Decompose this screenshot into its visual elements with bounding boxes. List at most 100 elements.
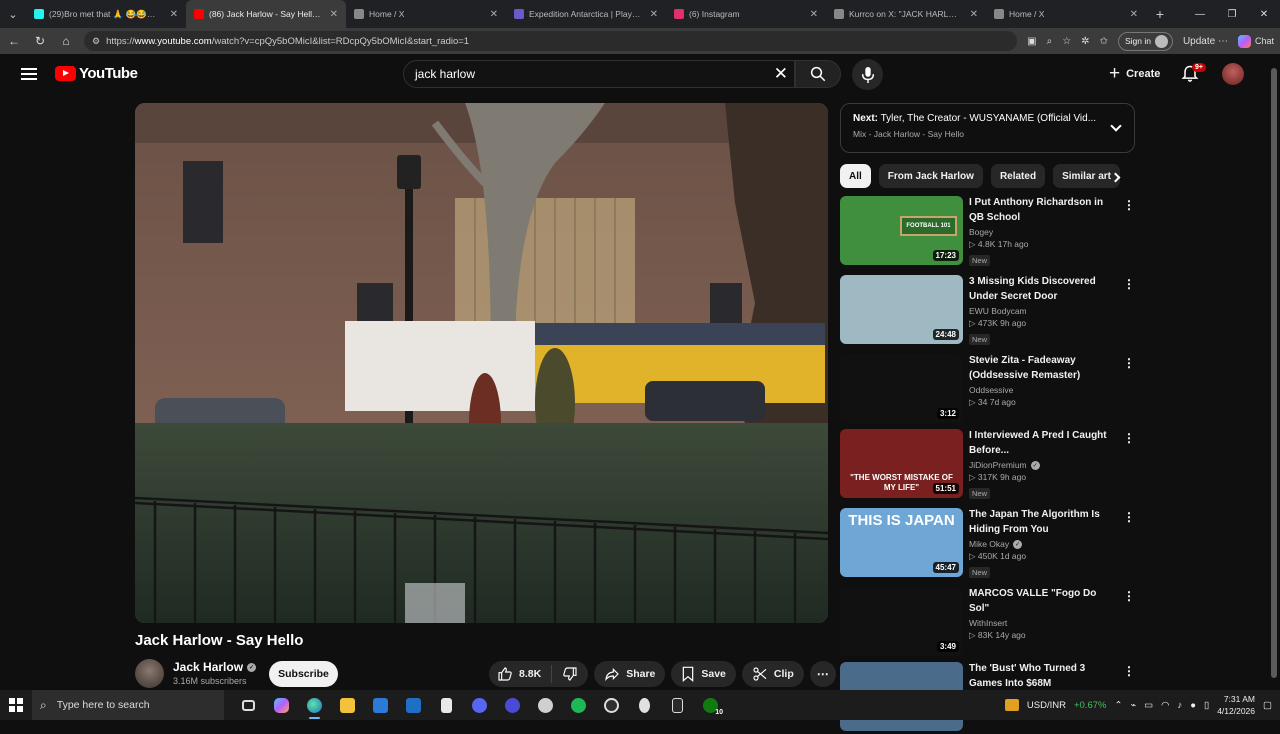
browser-tab[interactable]: (6) Instagram ✕ <box>666 0 826 28</box>
subscribe-button[interactable]: Subscribe <box>269 661 338 687</box>
close-tab-icon[interactable]: ✕ <box>650 9 658 20</box>
stock-widget-icon[interactable] <box>1004 699 1019 711</box>
battery-icon[interactable]: ▭ <box>1144 700 1153 711</box>
favorite-star-icon[interactable]: ☆ <box>1062 36 1071 47</box>
close-tab-icon[interactable]: ✕ <box>1130 9 1138 20</box>
more-vertical-icon[interactable]: ⋮ <box>1123 431 1135 445</box>
filter-chip[interactable]: From Jack Harlow <box>878 164 983 188</box>
recommended-video[interactable]: 3:49 MARCOS VALLE "Fogo Do Sol" WithInsert… <box>840 587 1136 659</box>
copilot-chat-button[interactable]: Chat <box>1237 34 1274 48</box>
close-tab-icon[interactable]: ✕ <box>490 9 498 20</box>
channel-avatar[interactable] <box>135 659 164 688</box>
battery-status-icon[interactable]: ▯ <box>1204 700 1209 711</box>
close-window-icon[interactable]: ✕ <box>1248 0 1280 28</box>
close-tab-icon[interactable]: ✕ <box>970 9 978 20</box>
task-view-icon[interactable] <box>232 690 265 720</box>
page-scrollbar[interactable] <box>1269 54 1280 690</box>
url-field[interactable]: ⚙ https://www.youtube.com/watch?v=cpQy5b… <box>84 31 1018 51</box>
outlook-icon[interactable] <box>397 690 430 720</box>
show-hidden-icons-icon[interactable]: ⌃ <box>1114 700 1122 711</box>
menu-hamburger-icon[interactable] <box>21 68 37 80</box>
recommended-video[interactable]: 3:12 Stevie Zita - Fadeaway (Oddsessive R… <box>840 354 1136 426</box>
stock-ticker[interactable]: USD/INR <box>1027 700 1066 711</box>
filter-chip[interactable]: Related <box>990 164 1046 188</box>
recommended-video[interactable]: 24:48 3 Missing Kids Discovered Under Sec… <box>840 275 1136 347</box>
create-button[interactable]: + Create <box>1099 60 1170 88</box>
favorites-icon[interactable]: ✩ <box>1100 36 1108 47</box>
start-button[interactable] <box>0 690 32 720</box>
zoom-icon[interactable]: ⌕ <box>1047 36 1053 47</box>
taskbar-search-box[interactable]: ⌕ Type here to search <box>32 690 224 720</box>
home-icon[interactable]: ⌂ <box>58 33 74 49</box>
more-vertical-icon[interactable]: ⋮ <box>1123 198 1135 212</box>
site-info-icon[interactable]: ⚙ <box>92 36 100 47</box>
app-icon[interactable] <box>529 690 562 720</box>
microsoft-store-icon[interactable] <box>364 690 397 720</box>
video-thumbnail[interactable]: FOOTBALL 101 17:23 <box>840 196 963 265</box>
restore-icon[interactable]: ❐ <box>1216 0 1248 28</box>
more-vertical-icon[interactable]: ⋮ <box>1123 277 1135 291</box>
more-actions-button[interactable]: ⋯ <box>809 661 836 687</box>
browser-tab[interactable]: Kurrco on X: "JACK HARLOW SAY ✕ <box>826 0 986 28</box>
network-app-icon[interactable]: ⌁ <box>1130 700 1136 711</box>
browser-tab[interactable]: (29)Bro met that 🙏 😂😂😂 #fy ✕ <box>26 0 186 28</box>
video-player[interactable] <box>135 103 828 623</box>
like-button[interactable]: 8.8K <box>489 665 553 683</box>
copilot-taskbar-icon[interactable] <box>265 690 298 720</box>
voice-search-button[interactable] <box>852 59 883 90</box>
search-button[interactable] <box>795 60 841 88</box>
video-thumbnail[interactable]: THIS IS JAPAN 45:47 <box>840 508 963 577</box>
back-icon[interactable]: ← <box>6 33 22 49</box>
epic-games-icon[interactable] <box>661 690 694 720</box>
minimize-icon[interactable]: — <box>1184 0 1216 28</box>
extensions-icon[interactable]: ✲ <box>1081 36 1089 47</box>
app-icon[interactable] <box>628 690 661 720</box>
recommended-video[interactable]: THIS IS JAPAN 45:47 The Japan The Algorith… <box>840 508 1136 580</box>
more-vertical-icon[interactable]: ⋮ <box>1123 664 1135 678</box>
file-explorer-icon[interactable] <box>331 690 364 720</box>
scrollbar-thumb[interactable] <box>1271 68 1277 678</box>
close-tab-icon[interactable]: ✕ <box>170 9 178 20</box>
microphone-tray-icon[interactable]: ● <box>1190 700 1196 711</box>
app-available-icon[interactable]: ▣ <box>1027 36 1036 47</box>
browser-tab[interactable]: Expedition Antarctica | Play on ✕ <box>506 0 666 28</box>
new-tab-button[interactable]: + <box>1146 0 1174 28</box>
more-vertical-icon[interactable]: ⋮ <box>1123 589 1135 603</box>
recommended-video[interactable]: "THE WORST MISTAKE OF MY LIFE" 51:51 I Int… <box>840 429 1136 501</box>
discord-icon[interactable] <box>463 690 496 720</box>
volume-icon[interactable]: ♪ <box>1177 700 1182 711</box>
video-thumbnail[interactable]: 3:12 <box>840 354 963 423</box>
spotify-icon[interactable] <box>562 690 595 720</box>
dislike-button[interactable] <box>552 666 588 682</box>
close-tab-icon[interactable]: ✕ <box>810 9 818 20</box>
edge-browser-icon[interactable] <box>298 690 331 720</box>
notifications-icon[interactable]: ▢ <box>1263 700 1272 711</box>
clip-button[interactable]: Clip <box>741 661 804 687</box>
more-vertical-icon[interactable]: ⋮ <box>1123 510 1135 524</box>
media-app-icon[interactable] <box>496 690 529 720</box>
filter-chip[interactable]: Similar art <box>1053 164 1120 188</box>
xbox-icon[interactable]: 10 <box>694 690 727 720</box>
save-button[interactable]: Save <box>671 661 736 687</box>
obs-icon[interactable] <box>595 690 628 720</box>
video-thumbnail[interactable]: 24:48 <box>840 275 963 344</box>
share-button[interactable]: Share <box>594 661 666 687</box>
wifi-icon[interactable]: ◠ <box>1161 700 1169 711</box>
clock[interactable]: 7:31 AM 4/12/2026 <box>1217 693 1255 717</box>
video-thumbnail[interactable]: 3:49 <box>840 587 963 656</box>
filter-chip[interactable]: All <box>840 164 871 188</box>
search-input[interactable]: jack harlow ✕ <box>403 60 795 88</box>
update-button[interactable]: Update ⋯ <box>1183 36 1228 47</box>
tab-actions-menu[interactable]: ⌄ <box>0 0 26 28</box>
account-avatar[interactable] <box>1222 63 1244 85</box>
close-tab-icon[interactable]: ✕ <box>330 9 338 20</box>
channel-name-link[interactable]: Jack Harlow ✓ <box>173 660 257 674</box>
browser-tab[interactable]: (86) Jack Harlow - Say Hello - You ✕ <box>186 0 346 28</box>
recommended-video[interactable]: FOOTBALL 101 17:23 I Put Anthony Richardso… <box>840 196 1136 268</box>
youtube-logo[interactable]: YouTube <box>55 65 138 82</box>
video-thumbnail[interactable]: "THE WORST MISTAKE OF MY LIFE" 51:51 <box>840 429 963 498</box>
sign-in-button[interactable]: Sign in <box>1117 31 1173 51</box>
next-up-panel[interactable]: Next: Tyler, The Creator - WUSYANAME (Of… <box>840 103 1135 153</box>
clear-search-icon[interactable]: ✕ <box>774 64 788 84</box>
notepad-icon[interactable] <box>430 690 463 720</box>
